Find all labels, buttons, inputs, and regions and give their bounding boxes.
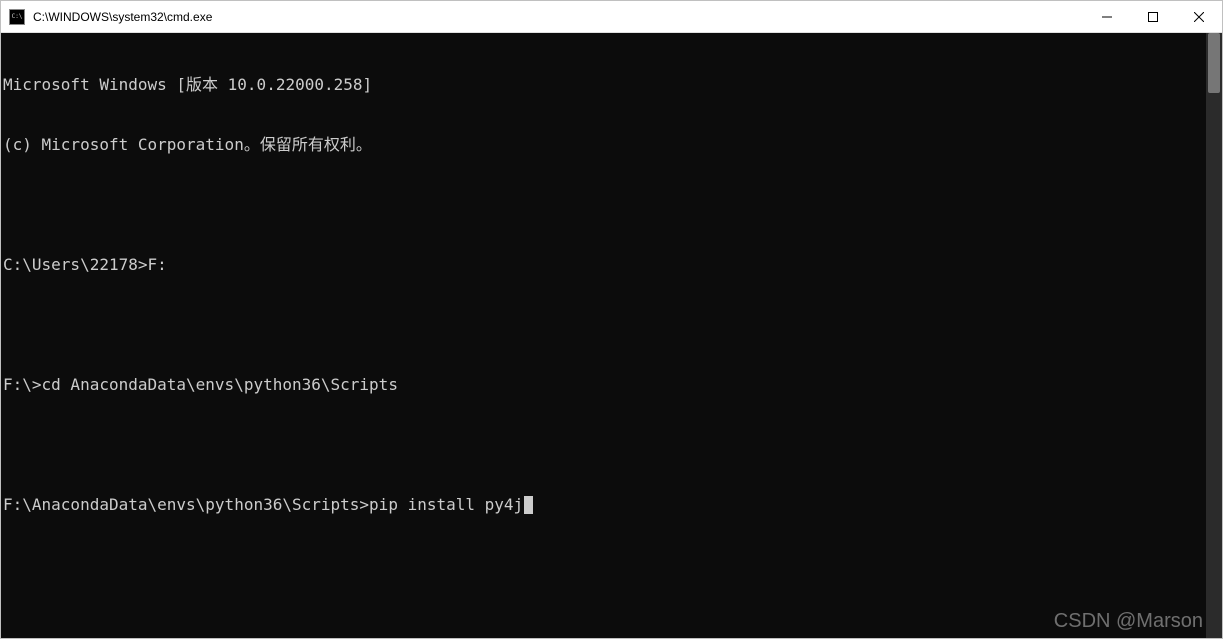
- titlebar-left: C:\WINDOWS\system32\cmd.exe: [1, 9, 212, 25]
- terminal-line: [3, 195, 1206, 215]
- terminal-output[interactable]: Microsoft Windows [版本 10.0.22000.258] (c…: [1, 33, 1206, 638]
- minimize-button[interactable]: [1084, 1, 1130, 32]
- scrollbar-thumb[interactable]: [1208, 33, 1220, 93]
- terminal-line: (c) Microsoft Corporation。保留所有权利。: [3, 135, 1206, 155]
- close-button[interactable]: [1176, 1, 1222, 32]
- terminal-wrapper: Microsoft Windows [版本 10.0.22000.258] (c…: [1, 33, 1222, 638]
- terminal-line: [3, 435, 1206, 455]
- terminal-line: [3, 315, 1206, 335]
- maximize-icon: [1148, 12, 1158, 22]
- cmd-window: C:\WINDOWS\system32\cmd.exe Microsoft Wi…: [0, 0, 1223, 639]
- terminal-cursor: [524, 496, 533, 514]
- terminal-line: C:\Users\22178>F:: [3, 255, 1206, 275]
- terminal-text: F:\AnacondaData\envs\python36\Scripts>pi…: [3, 495, 523, 514]
- terminal-line: F:\AnacondaData\envs\python36\Scripts>pi…: [3, 495, 1206, 515]
- minimize-icon: [1102, 12, 1112, 22]
- vertical-scrollbar[interactable]: [1206, 33, 1222, 638]
- cmd-icon: [9, 9, 25, 25]
- terminal-line: Microsoft Windows [版本 10.0.22000.258]: [3, 75, 1206, 95]
- close-icon: [1194, 12, 1204, 22]
- window-title: C:\WINDOWS\system32\cmd.exe: [33, 10, 212, 24]
- maximize-button[interactable]: [1130, 1, 1176, 32]
- terminal-line: F:\>cd AnacondaData\envs\python36\Script…: [3, 375, 1206, 395]
- titlebar[interactable]: C:\WINDOWS\system32\cmd.exe: [1, 1, 1222, 33]
- window-controls: [1084, 1, 1222, 32]
